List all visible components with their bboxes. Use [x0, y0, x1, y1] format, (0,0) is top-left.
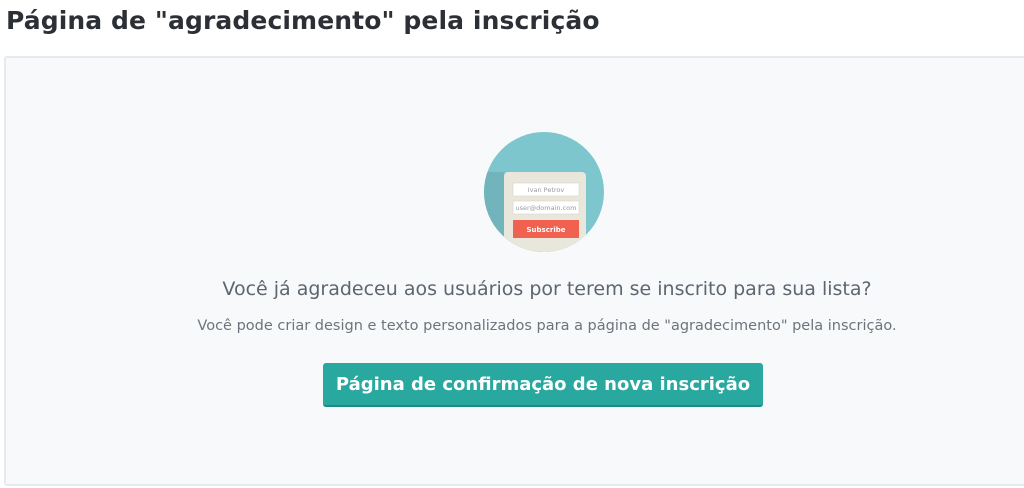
- email-field-placeholder: user@domain.com: [516, 204, 577, 212]
- subscribe-label: Subscribe: [527, 226, 566, 234]
- headline: Você já agradeceu aos usuários por terem…: [222, 278, 872, 300]
- empty-state-panel: Ivan Petrov user@domain.com Subscribe Vo…: [4, 56, 1024, 486]
- page-title: Página de "agradecimento" pela inscrição: [6, 6, 600, 35]
- subscribe-form-icon: Ivan Petrov user@domain.com Subscribe: [484, 172, 586, 252]
- description: Você pode criar design e texto personali…: [197, 318, 897, 334]
- name-field-placeholder: Ivan Petrov: [528, 186, 565, 194]
- new-subscription-confirmation-button[interactable]: Página de confirmação de nova inscrição: [323, 363, 763, 407]
- subscribe-form-illustration: Ivan Petrov user@domain.com Subscribe: [484, 132, 604, 252]
